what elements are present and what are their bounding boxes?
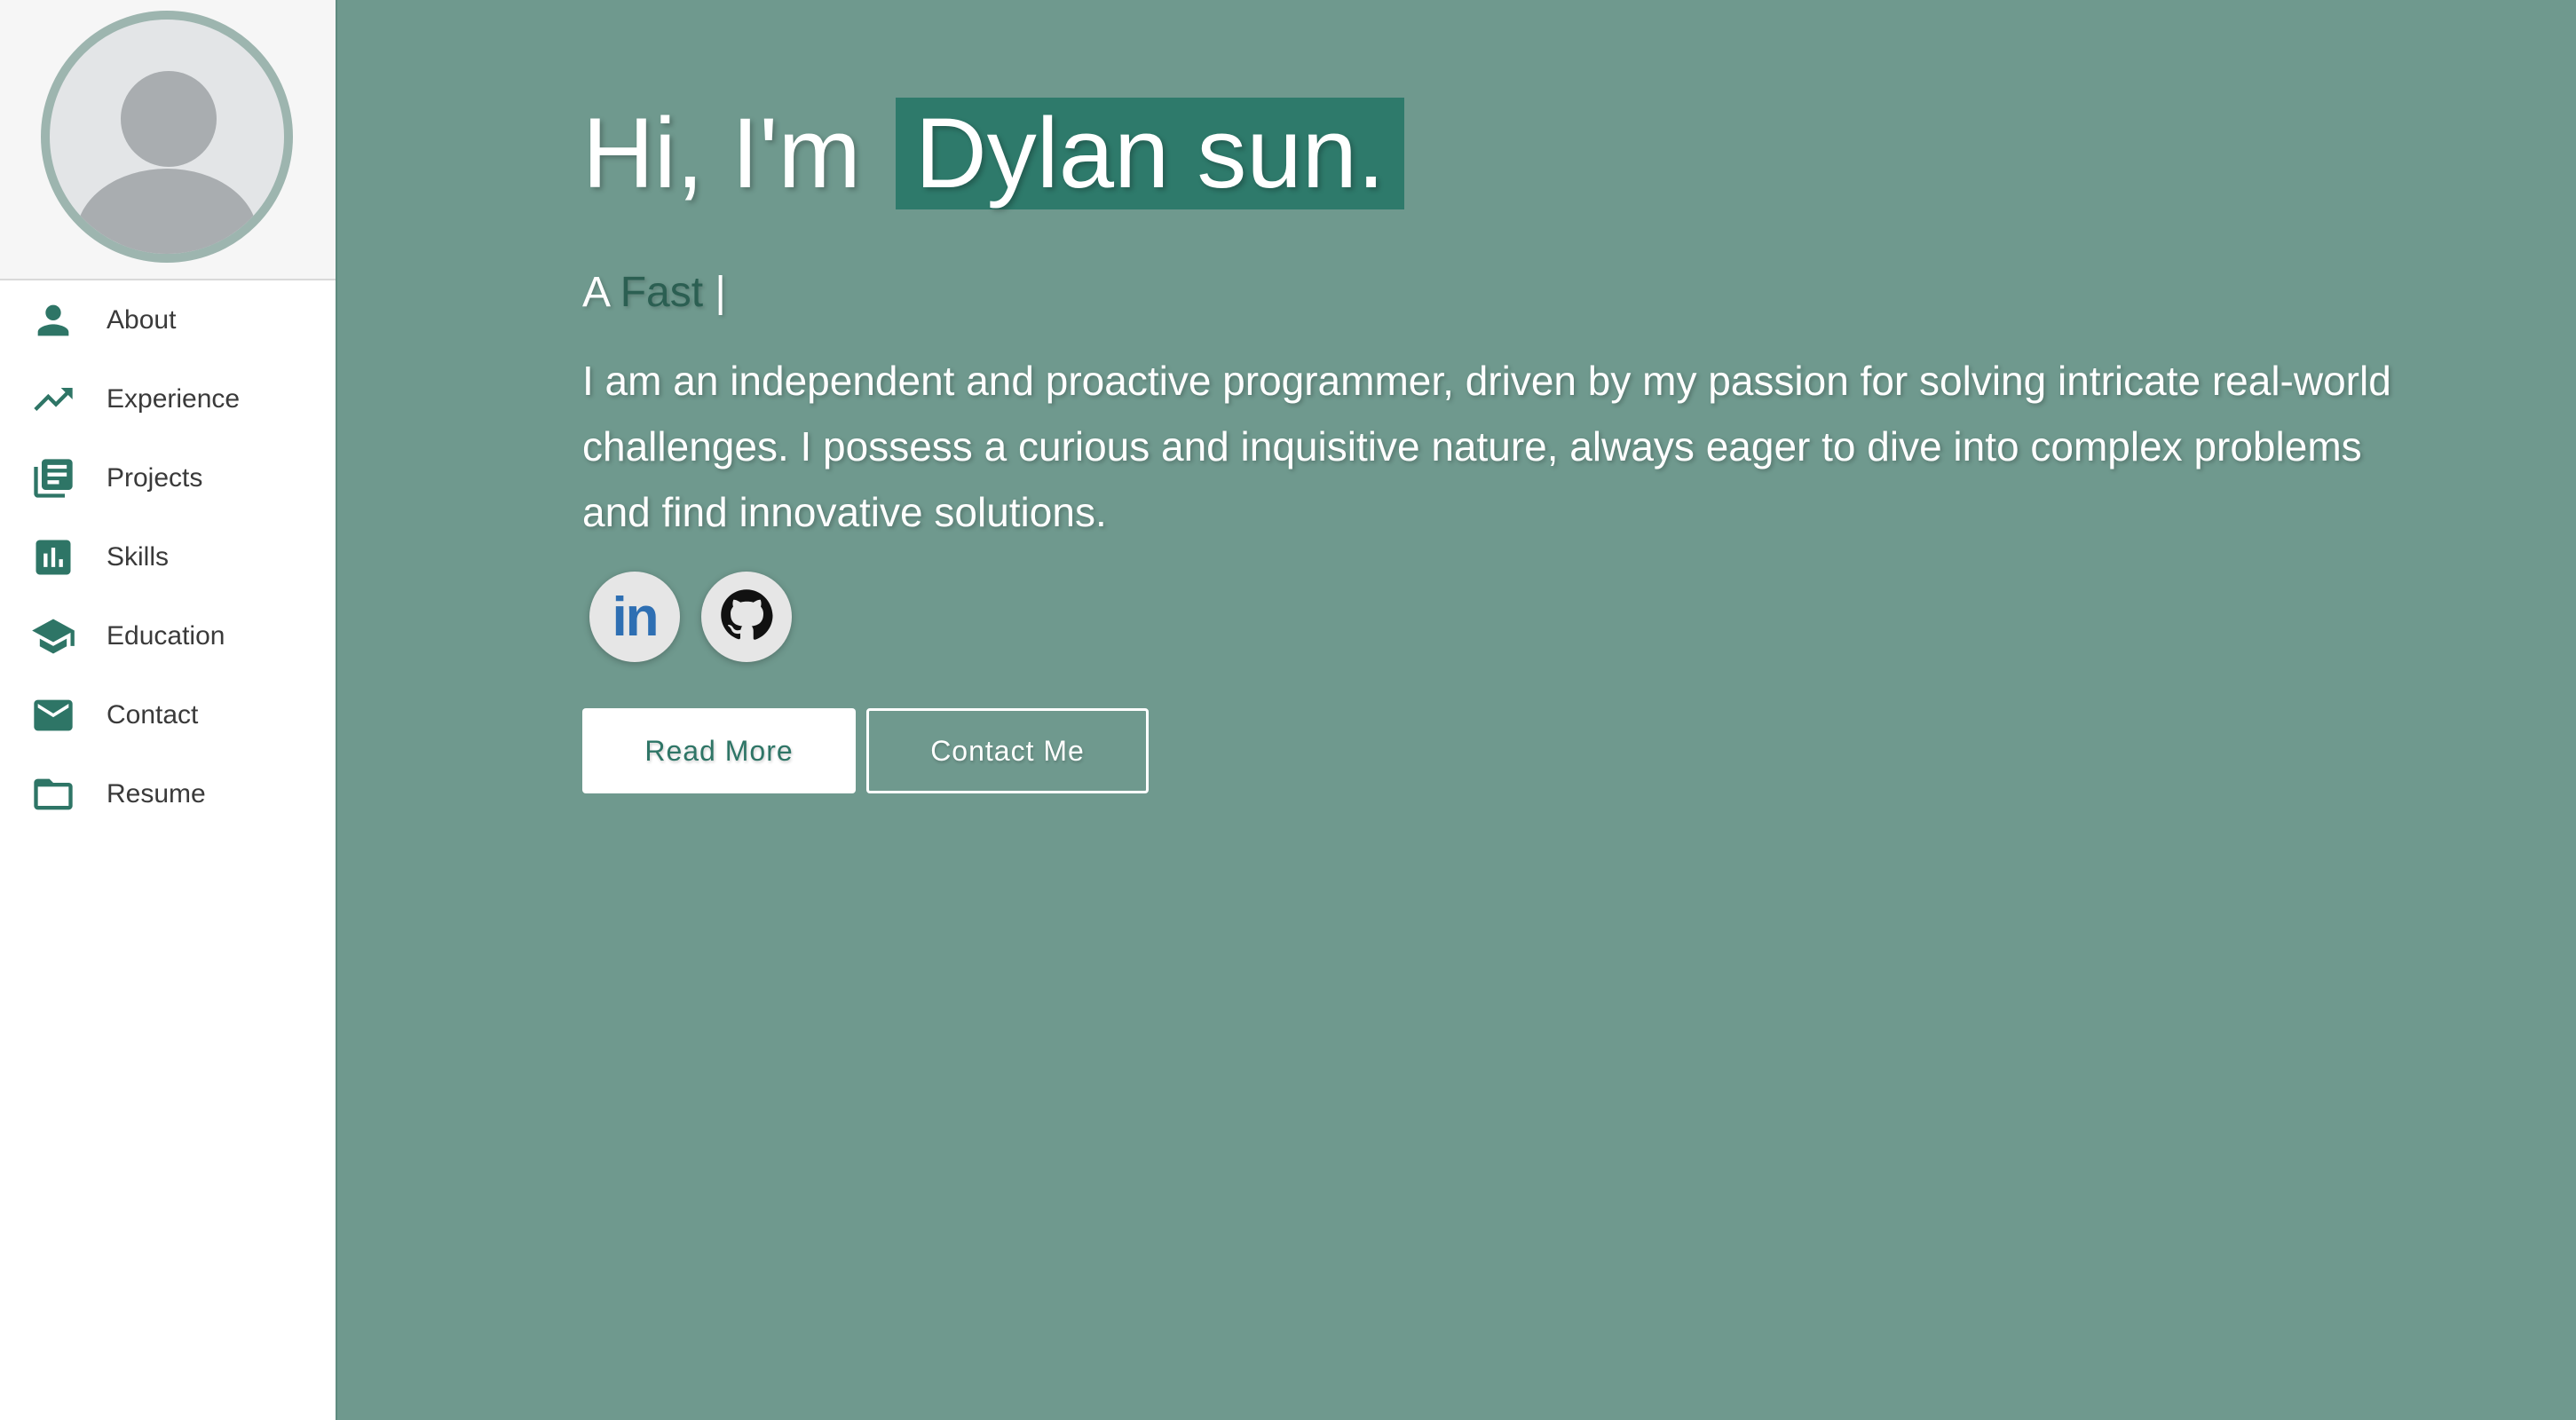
greeting-prefix: Hi, I'm <box>582 98 861 209</box>
github-icon <box>720 588 773 646</box>
sidebar-item-about[interactable]: About <box>0 280 336 359</box>
sidebar-item-label: Experience <box>107 383 241 414</box>
school-icon <box>28 611 78 661</box>
hero-heading: Hi, I'm Dylan sun. <box>582 98 1405 209</box>
typed-cursor: | <box>715 269 726 316</box>
avatar <box>41 11 293 263</box>
hero-section: Hi, I'm Dylan sun. A Fast | I am an inde… <box>339 0 2576 1420</box>
hero-name: Dylan sun. <box>895 98 1405 209</box>
linkedin-link[interactable]: in <box>589 572 680 662</box>
trending-up-icon <box>28 375 78 424</box>
avatar-head <box>121 71 217 167</box>
sidebar-item-label: Skills <box>107 541 170 572</box>
typed-word: Fast <box>620 269 704 316</box>
bio-text: I am an independent and proactive progra… <box>582 358 2391 535</box>
sidebar-item-experience[interactable]: Experience <box>0 359 336 438</box>
person-icon <box>28 296 78 345</box>
social-links: in <box>589 572 792 662</box>
sidebar-item-contact[interactable]: Contact <box>0 675 336 754</box>
linkedin-icon: in <box>612 586 659 648</box>
sidebar-nav: About Experience Projects Skills Educati… <box>0 280 336 833</box>
mail-icon <box>28 690 78 740</box>
sidebar-item-label: Resume <box>107 778 206 809</box>
bar-chart-icon <box>28 532 78 582</box>
sidebar-item-label: Projects <box>107 462 203 493</box>
sidebar-item-skills[interactable]: Skills <box>0 517 336 596</box>
typed-prefix: A <box>582 269 609 316</box>
sidebar-item-resume[interactable]: Resume <box>0 754 336 833</box>
sidebar-item-label: Education <box>107 620 225 651</box>
folder-icon <box>28 769 78 819</box>
sidebar-item-label: Contact <box>107 699 199 730</box>
library-books-icon <box>28 454 78 503</box>
sidebar-item-label: About <box>107 304 177 335</box>
typed-tagline: A Fast | <box>582 268 726 317</box>
sidebar-item-education[interactable]: Education <box>0 596 336 675</box>
contact-me-button[interactable]: Contact Me <box>866 708 1149 793</box>
github-link[interactable] <box>701 572 792 662</box>
sidebar: About Experience Projects Skills Educati… <box>0 0 337 1420</box>
avatar-container <box>0 0 336 280</box>
sidebar-item-projects[interactable]: Projects <box>0 438 336 517</box>
read-more-button[interactable]: Read More <box>582 708 856 793</box>
avatar-body <box>76 169 257 254</box>
cta-buttons: Read More Contact Me <box>582 708 1149 793</box>
